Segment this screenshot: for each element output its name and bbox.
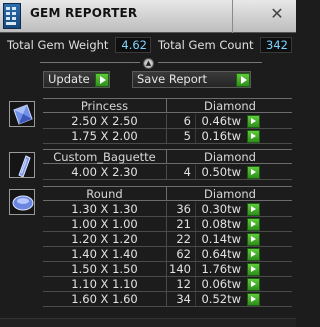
gem-reporter-app-icon	[3, 3, 21, 29]
save-report-arrow-icon	[236, 73, 250, 87]
table-row: 1.60 X 1.60 34 0.52tw	[43, 292, 292, 307]
group-material-name: Diamond	[204, 150, 256, 164]
round-group: Round Diamond 1.30 X 1.30 36 0.30tw 1.00…	[43, 186, 292, 314]
table-row: 4.00 X 2.30 4 0.50tw	[43, 165, 292, 180]
select-row-arrow-icon[interactable]	[247, 263, 260, 276]
weight-cell: 0.06tw	[195, 277, 245, 291]
count-cell: 12	[176, 277, 191, 291]
title-bar: GEM REPORTER ✕	[0, 0, 296, 33]
save-report-button[interactable]: Save Report	[132, 71, 251, 88]
size-cell: 1.20 X 1.20	[43, 232, 167, 246]
select-row-arrow-icon[interactable]	[247, 218, 260, 231]
round-cut-icon	[9, 189, 35, 215]
size-cell: 1.40 X 1.40	[43, 247, 167, 261]
collapse-bar: ▲	[0, 58, 296, 69]
size-cell: 1.00 X 1.00	[43, 217, 167, 231]
weight-cell: 0.16tw	[195, 129, 245, 143]
table-row: 1.30 X 1.30 36 0.30tw	[43, 202, 292, 217]
close-button[interactable]: ✕	[264, 3, 290, 27]
weight-cell: 0.08tw	[195, 217, 245, 231]
select-row-arrow-icon[interactable]	[247, 293, 260, 306]
group-material-name: Diamond	[204, 99, 256, 113]
count-cell: 22	[176, 232, 191, 246]
collapse-toggle-icon[interactable]: ▲	[143, 58, 154, 69]
select-row-arrow-icon[interactable]	[247, 278, 260, 291]
window-title: GEM REPORTER	[30, 6, 138, 20]
group-shape-name: Round	[43, 187, 167, 201]
weight-cell: 0.50tw	[195, 165, 245, 179]
total-gem-weight: Total Gem Weight 4.62	[7, 37, 151, 53]
weight-cell: 0.14tw	[195, 232, 245, 246]
count-cell: 36	[176, 202, 191, 216]
size-cell: 2.50 X 2.50	[43, 114, 167, 128]
table-row: 1.00 X 1.00 21 0.08tw	[43, 217, 292, 232]
table-row: 1.20 X 1.20 22 0.14tw	[43, 232, 292, 247]
table-row: 1.50 X 1.50 140 1.76tw	[43, 262, 292, 277]
size-cell: 1.75 X 2.00	[43, 129, 167, 143]
count-cell: 140	[169, 262, 191, 276]
group-material-name: Diamond	[204, 187, 256, 201]
total-gem-count: Total Gem Count 342	[158, 37, 294, 53]
princess-group: Princess Diamond 2.50 X 2.50 6 0.46tw 1.…	[43, 98, 292, 145]
group-header: Custom_Baguette Diamond	[43, 149, 292, 164]
update-button[interactable]: Update	[43, 71, 110, 88]
count-cell: 5	[183, 129, 191, 143]
update-arrow-icon	[95, 73, 109, 87]
size-cell: 1.30 X 1.30	[43, 202, 167, 216]
count-cell: 21	[176, 217, 191, 231]
table-row: 2.50 X 2.50 6 0.46tw	[43, 114, 292, 129]
weight-cell: 0.30tw	[195, 202, 245, 216]
bottom-bar	[0, 318, 296, 327]
group-header: Round Diamond	[43, 186, 292, 201]
title-divider	[232, 0, 233, 33]
select-row-arrow-icon[interactable]	[247, 203, 260, 216]
total-gem-weight-value: 4.62	[115, 37, 151, 53]
total-gem-weight-label: Total Gem Weight	[7, 38, 109, 52]
table-row: 1.40 X 1.40 62 0.64tw	[43, 247, 292, 262]
size-cell: 1.10 X 1.10	[43, 277, 167, 291]
princess-cut-icon	[9, 101, 35, 127]
baguette-cut-icon	[9, 152, 35, 178]
update-button-label: Update	[48, 72, 90, 86]
total-gem-count-label: Total Gem Count	[158, 38, 254, 52]
select-row-arrow-icon[interactable]	[247, 166, 260, 179]
weight-cell: 0.46tw	[195, 114, 245, 128]
weight-cell: 0.64tw	[195, 247, 245, 261]
select-row-arrow-icon[interactable]	[247, 233, 260, 246]
select-row-arrow-icon[interactable]	[247, 115, 260, 128]
total-gem-count-value: 342	[260, 37, 292, 53]
group-header: Princess Diamond	[43, 98, 292, 113]
table-row: 1.10 X 1.10 12 0.06tw	[43, 277, 292, 292]
custom-baguette-group: Custom_Baguette Diamond 4.00 X 2.30 4 0.…	[43, 149, 292, 181]
save-report-button-label: Save Report	[137, 72, 208, 86]
size-cell: 1.60 X 1.60	[43, 292, 167, 306]
size-cell: 4.00 X 2.30	[43, 165, 167, 179]
group-shape-name: Princess	[43, 99, 167, 113]
count-cell: 34	[176, 292, 191, 306]
count-cell: 62	[176, 247, 191, 261]
group-shape-name: Custom_Baguette	[43, 150, 167, 164]
count-cell: 4	[183, 165, 191, 179]
select-row-arrow-icon[interactable]	[247, 130, 260, 143]
weight-cell: 1.76tw	[195, 262, 245, 276]
weight-cell: 0.52tw	[195, 292, 245, 306]
count-cell: 6	[183, 114, 191, 128]
size-cell: 1.50 X 1.50	[43, 262, 167, 276]
table-row: 1.75 X 2.00 5 0.16tw	[43, 129, 292, 144]
select-row-arrow-icon[interactable]	[247, 248, 260, 261]
